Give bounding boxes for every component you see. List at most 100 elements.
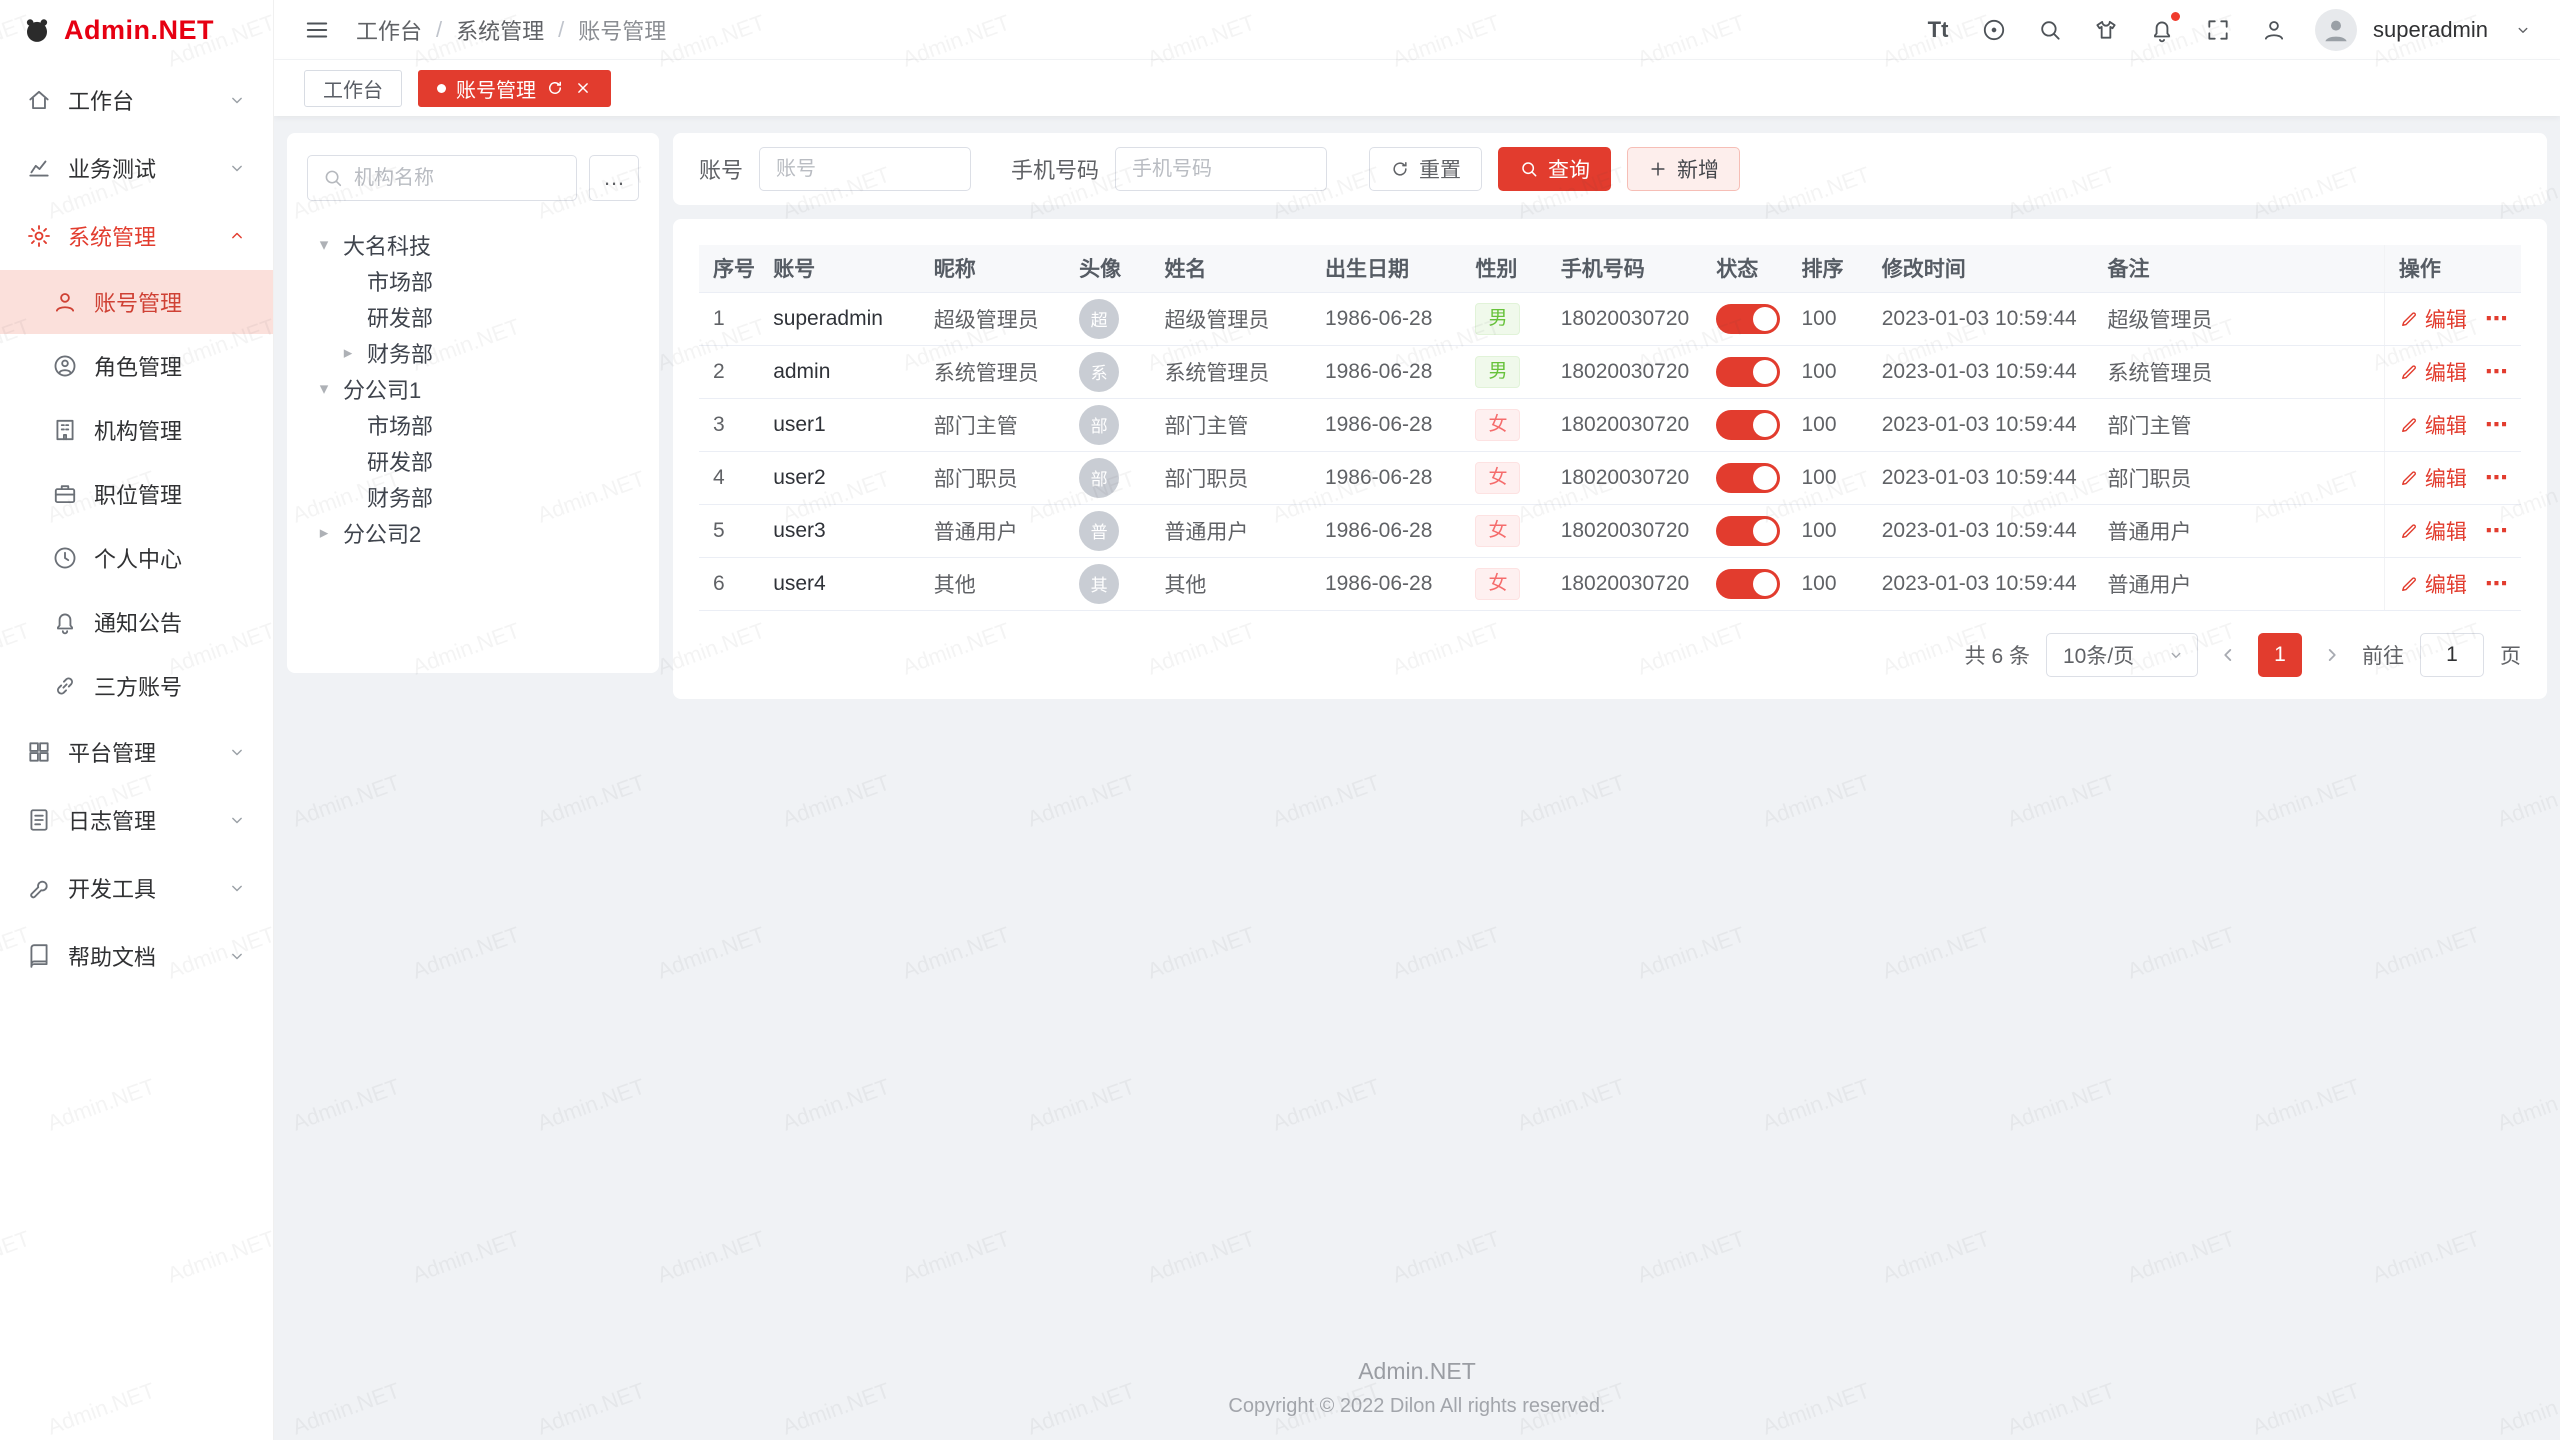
cell-status: [1702, 557, 1787, 610]
breadcrumb-item-system[interactable]: 系统管理: [456, 14, 544, 46]
tree-node-label: 财务部: [367, 337, 433, 369]
next-page-button[interactable]: [2318, 644, 2346, 666]
status-toggle[interactable]: [1716, 410, 1780, 440]
edit-button[interactable]: 编辑: [2399, 569, 2467, 599]
sidebar-subitem[interactable]: 通知公告: [0, 590, 273, 654]
table-row: 4user2部门职员部部门职员1986-06-28女18020030720100…: [699, 451, 2521, 504]
cell-order: 100: [1787, 557, 1867, 610]
status-toggle[interactable]: [1716, 463, 1780, 493]
row-more-button[interactable]: ⋯: [2485, 464, 2508, 490]
globe-icon[interactable]: [1979, 15, 2009, 45]
tree-node[interactable]: ▾ 大名科技: [307, 227, 639, 263]
username[interactable]: superadmin: [2373, 17, 2488, 43]
tree-node-label: 市场部: [367, 409, 433, 441]
status-toggle[interactable]: [1716, 357, 1780, 387]
prev-page-button[interactable]: [2214, 644, 2242, 666]
phone-input[interactable]: [1115, 147, 1327, 191]
caret-down-icon[interactable]: ▾: [313, 379, 335, 399]
sidebar-item[interactable]: 开发工具: [0, 854, 273, 922]
sidebar-item[interactable]: 工作台: [0, 66, 273, 134]
menu-collapse-icon[interactable]: [302, 15, 332, 45]
status-toggle[interactable]: [1716, 569, 1780, 599]
account-input[interactable]: [759, 147, 971, 191]
column-header: 手机号码: [1547, 245, 1703, 292]
sidebar-subitem[interactable]: 三方账号: [0, 654, 273, 718]
sidebar-item[interactable]: 平台管理: [0, 718, 273, 786]
search-icon[interactable]: [2035, 15, 2065, 45]
table-row: 1superadmin超级管理员超超级管理员1986-06-28男1802003…: [699, 292, 2521, 345]
sidebar-subitem[interactable]: 职位管理: [0, 462, 273, 526]
tree-node[interactable]: 市场部: [307, 263, 639, 299]
sidebar-subitem[interactable]: 账号管理: [0, 270, 273, 334]
edit-button[interactable]: 编辑: [2399, 516, 2467, 546]
user-avatar[interactable]: [2315, 9, 2357, 51]
add-button[interactable]: 新增: [1627, 147, 1740, 191]
tab-account-management[interactable]: 账号管理: [418, 70, 611, 107]
cell-gender: 女: [1461, 504, 1546, 557]
cell-avatar: 部: [1065, 398, 1150, 451]
tree-node[interactable]: 研发部: [307, 299, 639, 335]
fullscreen-icon[interactable]: [2203, 15, 2233, 45]
sidebar-item[interactable]: 帮助文档: [0, 922, 273, 990]
goto-page-input[interactable]: [2420, 633, 2484, 677]
close-icon[interactable]: [574, 79, 592, 97]
cell-actions: 编辑 ⋯: [2384, 504, 2521, 557]
cell-name: 超级管理员: [1150, 292, 1311, 345]
sidebar-item[interactable]: 日志管理: [0, 786, 273, 854]
reset-button[interactable]: 重置: [1369, 147, 1482, 191]
tree-node[interactable]: 研发部: [307, 443, 639, 479]
refresh-icon[interactable]: [546, 79, 564, 97]
edit-button[interactable]: 编辑: [2399, 410, 2467, 440]
edit-button[interactable]: 编辑: [2399, 357, 2467, 387]
cell-order: 100: [1787, 345, 1867, 398]
cell-actions: 编辑 ⋯: [2384, 398, 2521, 451]
tree-node[interactable]: ▸ 财务部: [307, 335, 639, 371]
sidebar-item[interactable]: 业务测试: [0, 134, 273, 202]
chevron-down-icon: [2167, 646, 2185, 664]
user-icon: [52, 289, 78, 315]
caret-right-icon[interactable]: ▸: [313, 523, 335, 543]
tools-icon: [26, 875, 52, 901]
toggle-knob: [1753, 466, 1777, 490]
edit-button[interactable]: 编辑: [2399, 304, 2467, 334]
tree-node[interactable]: 市场部: [307, 407, 639, 443]
caret-down-icon[interactable]: ▾: [313, 235, 335, 255]
status-toggle[interactable]: [1716, 516, 1780, 546]
row-more-button[interactable]: ⋯: [2485, 570, 2508, 596]
theme-icon[interactable]: [2091, 15, 2121, 45]
search-button[interactable]: 查询: [1498, 147, 1611, 191]
sidebar-subitem-label: 个人中心: [94, 542, 247, 574]
tree-node[interactable]: ▾分公司1: [307, 371, 639, 407]
edit-button[interactable]: 编辑: [2399, 463, 2467, 493]
cell-name: 部门主管: [1150, 398, 1311, 451]
caret-right-icon[interactable]: ▸: [337, 343, 359, 363]
tab-workbench[interactable]: 工作台: [304, 70, 402, 107]
sidebar-subitem[interactable]: 个人中心: [0, 526, 273, 590]
table-header-row: 序号账号昵称头像姓名出生日期性别手机号码状态排序修改时间备注操作: [699, 245, 2521, 292]
font-size-icon[interactable]: Tt: [1923, 15, 1953, 45]
status-toggle[interactable]: [1716, 304, 1780, 334]
breadcrumb-item-workbench[interactable]: 工作台: [356, 14, 422, 46]
tree-node[interactable]: ▸分公司2: [307, 515, 639, 551]
sidebar-subitem[interactable]: 角色管理: [0, 334, 273, 398]
toggle-knob: [1753, 307, 1777, 331]
org-more-button[interactable]: …: [589, 155, 639, 201]
tree-node-label: 大名科技: [343, 229, 431, 261]
cell-gender: 男: [1461, 292, 1546, 345]
user-icon[interactable]: [2259, 15, 2289, 45]
app-logo[interactable]: Admin.NET: [0, 0, 273, 60]
org-search-field[interactable]: [307, 155, 577, 201]
sidebar-item[interactable]: 系统管理: [0, 202, 273, 270]
row-more-button[interactable]: ⋯: [2485, 358, 2508, 384]
org-icon: [52, 417, 78, 443]
tree-node[interactable]: 财务部: [307, 479, 639, 515]
page-number-1[interactable]: 1: [2258, 633, 2302, 677]
row-more-button[interactable]: ⋯: [2485, 517, 2508, 543]
row-more-button[interactable]: ⋯: [2485, 305, 2508, 331]
page-size-select[interactable]: 10条/页: [2046, 633, 2198, 677]
notification-bell-icon[interactable]: [2147, 15, 2177, 45]
sidebar-subitem[interactable]: 机构管理: [0, 398, 273, 462]
cell-actions: 编辑 ⋯: [2384, 451, 2521, 504]
row-more-button[interactable]: ⋯: [2485, 411, 2508, 437]
org-search-input[interactable]: [354, 167, 562, 190]
